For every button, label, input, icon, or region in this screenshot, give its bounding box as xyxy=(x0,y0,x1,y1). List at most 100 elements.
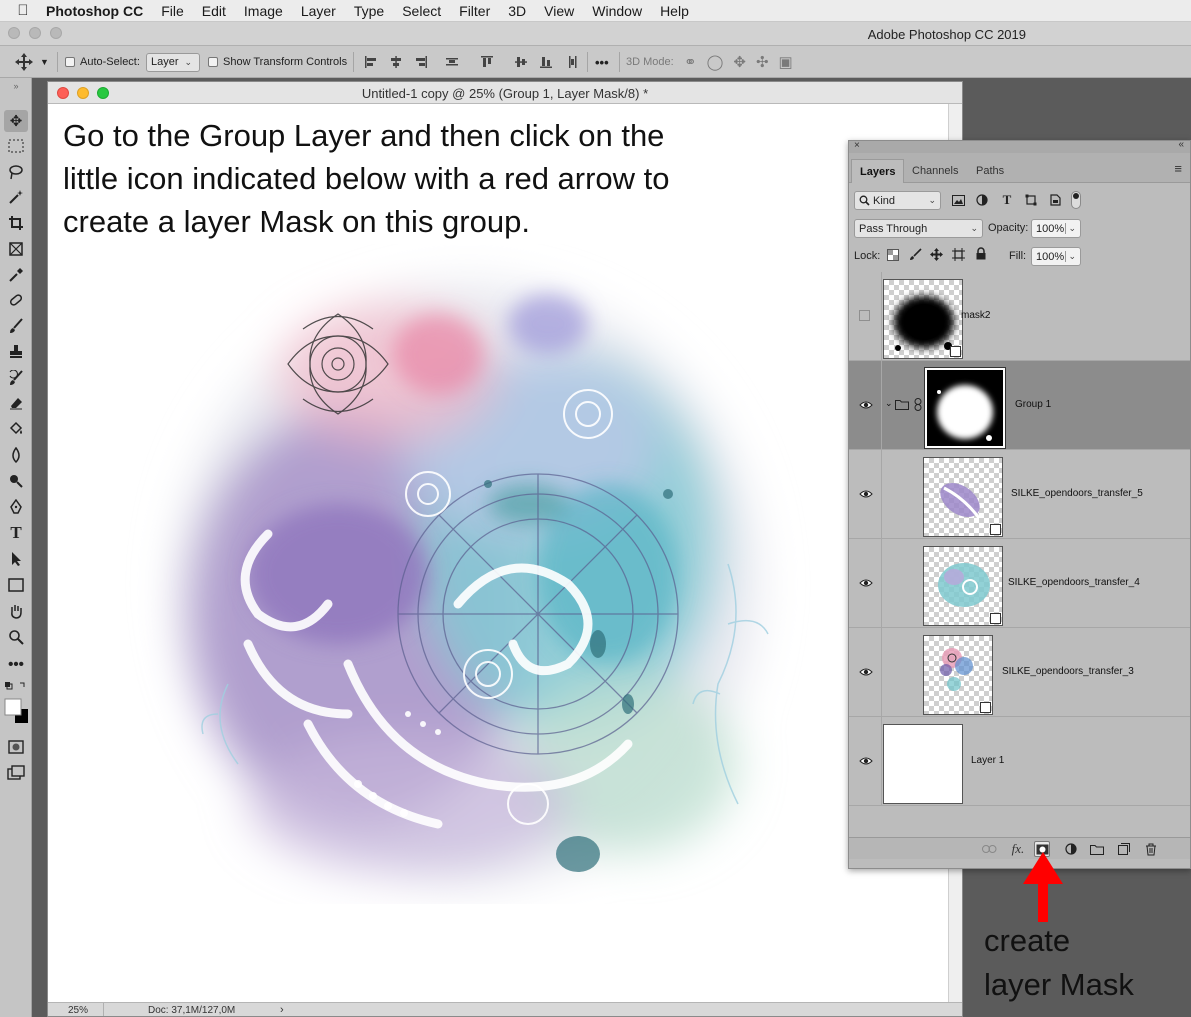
smart-object-filter-icon[interactable] xyxy=(1046,192,1064,208)
close-panel-icon[interactable]: × xyxy=(854,140,860,151)
eraser-tool-icon[interactable] xyxy=(4,392,28,414)
edit-toolbar-icon[interactable]: ••• xyxy=(4,653,28,675)
menu-select[interactable]: Select xyxy=(402,3,441,19)
lock-image-pixels-icon[interactable] xyxy=(909,248,922,264)
layer-row[interactable]: SILKE_opendoors_transfer_3 xyxy=(849,628,1190,717)
shape-filter-icon[interactable] xyxy=(1022,192,1040,208)
link-layers-icon[interactable] xyxy=(981,841,997,857)
status-menu-arrow-icon[interactable]: › xyxy=(280,1004,284,1016)
new-group-icon[interactable] xyxy=(1089,841,1105,857)
menu-image[interactable]: Image xyxy=(244,3,283,19)
lock-transparent-icon[interactable] xyxy=(887,249,899,264)
paint-bucket-tool-icon[interactable] xyxy=(4,418,28,440)
align-right-edges-icon[interactable] xyxy=(414,55,428,69)
move-tool-preset[interactable]: ▼ xyxy=(14,46,49,78)
menu-layer[interactable]: Layer xyxy=(301,3,336,19)
align-left-edges-icon[interactable] xyxy=(364,55,378,69)
lock-artboard-icon[interactable] xyxy=(952,248,965,264)
document-canvas[interactable]: Go to the Group Layer and then click on … xyxy=(48,104,948,1002)
hand-tool-icon[interactable] xyxy=(4,600,28,622)
collapse-toolbar-icon[interactable]: » xyxy=(4,81,28,91)
new-layer-icon[interactable] xyxy=(1116,841,1132,857)
more-options-button[interactable]: ••• xyxy=(595,46,609,78)
menu-window[interactable]: Window xyxy=(592,3,642,19)
lock-all-icon[interactable] xyxy=(975,247,987,263)
mask-link-icon[interactable] xyxy=(914,398,922,414)
layer-row[interactable]: Layer 1 xyxy=(849,717,1190,806)
menu-file[interactable]: File xyxy=(161,3,184,19)
align-vertical-centers-icon[interactable] xyxy=(514,55,528,69)
menu-type[interactable]: Type xyxy=(354,3,384,19)
filter-toggle-switch[interactable] xyxy=(1071,191,1081,209)
layer-row[interactable]: mask2 xyxy=(849,272,1190,361)
type-tool-icon[interactable]: T xyxy=(4,522,28,544)
auto-select-checkbox[interactable] xyxy=(65,57,75,67)
lock-position-icon[interactable] xyxy=(930,248,943,264)
eye-icon[interactable] xyxy=(859,578,873,588)
color-swatches[interactable] xyxy=(4,696,28,730)
dodge-tool-icon[interactable] xyxy=(4,470,28,492)
layer-name[interactable]: Layer 1 xyxy=(971,755,1004,766)
marquee-tool-icon[interactable] xyxy=(4,135,28,157)
menu-filter[interactable]: Filter xyxy=(459,3,490,19)
tab-channels[interactable]: Channels xyxy=(904,159,966,183)
pixel-filter-icon[interactable] xyxy=(949,192,967,208)
menu-view[interactable]: View xyxy=(544,3,574,19)
layer-name[interactable]: mask2 xyxy=(961,310,990,321)
tab-layers[interactable]: Layers xyxy=(851,159,905,183)
layer-mask-thumbnail[interactable] xyxy=(924,367,1006,449)
3d-scale-icon[interactable]: ▣ xyxy=(779,53,793,71)
layer-name[interactable]: Group 1 xyxy=(1015,399,1051,410)
menu-help[interactable]: Help xyxy=(660,3,689,19)
zoom-window-button[interactable] xyxy=(50,27,62,39)
3d-roll-icon[interactable]: ◯ xyxy=(707,53,724,71)
align-top-edges-icon[interactable] xyxy=(480,55,494,69)
eye-icon[interactable] xyxy=(859,756,873,766)
menu-3d[interactable]: 3D xyxy=(508,3,526,19)
frame-tool-icon[interactable] xyxy=(4,238,28,260)
path-selection-tool-icon[interactable] xyxy=(4,548,28,570)
layer-list[interactable]: mask2 ⌄ Group 1 SILKE_opendoors_transfer… xyxy=(849,272,1190,837)
tab-paths[interactable]: Paths xyxy=(968,159,1012,183)
align-horizontal-centers-icon[interactable] xyxy=(389,55,403,69)
zoom-tool-icon[interactable] xyxy=(4,626,28,648)
minimize-window-button[interactable] xyxy=(29,27,41,39)
distribute-vertical-icon[interactable] xyxy=(566,55,580,69)
layer-name[interactable]: SILKE_opendoors_transfer_4 xyxy=(1008,577,1140,588)
close-window-button[interactable] xyxy=(8,27,20,39)
menu-app-name[interactable]: Photoshop CC xyxy=(46,3,143,19)
visibility-toggle-off[interactable] xyxy=(859,310,870,321)
layer-row[interactable]: SILKE_opendoors_transfer_5 xyxy=(849,450,1190,539)
layer-name[interactable]: SILKE_opendoors_transfer_3 xyxy=(1002,666,1134,677)
apple-icon[interactable]:  xyxy=(0,2,46,19)
adjustment-filter-icon[interactable] xyxy=(973,192,991,208)
screen-mode-icon[interactable] xyxy=(4,762,28,784)
quick-mask-icon[interactable] xyxy=(4,736,28,758)
eye-icon[interactable] xyxy=(859,400,873,410)
rectangle-tool-icon[interactable] xyxy=(4,574,28,596)
history-brush-tool-icon[interactable] xyxy=(4,367,28,389)
move-tool-icon[interactable]: ✥ xyxy=(4,110,28,132)
magic-wand-tool-icon[interactable] xyxy=(4,186,28,208)
layer-name[interactable]: SILKE_opendoors_transfer_5 xyxy=(1011,488,1143,499)
crop-tool-icon[interactable] xyxy=(4,212,28,234)
align-bottom-edges-icon[interactable] xyxy=(539,55,553,69)
pen-tool-icon[interactable] xyxy=(4,496,28,518)
3d-pan-icon[interactable]: ✥ xyxy=(733,53,746,71)
eye-icon[interactable] xyxy=(859,489,873,499)
3d-orbit-icon[interactable]: ⚭ xyxy=(684,53,697,71)
collapse-panel-icon[interactable]: « xyxy=(1178,139,1184,150)
type-filter-icon[interactable]: T xyxy=(998,192,1016,208)
panel-menu-icon[interactable]: ≡ xyxy=(1174,161,1182,176)
blur-tool-icon[interactable] xyxy=(4,444,28,466)
blend-mode-dropdown[interactable]: Pass Through ⌄ xyxy=(854,219,983,238)
distribute-horizontal-icon[interactable] xyxy=(445,55,459,69)
fill-field[interactable]: 100% ⌄ xyxy=(1031,247,1081,266)
delete-layer-icon[interactable] xyxy=(1143,841,1159,857)
show-transform-checkbox[interactable] xyxy=(208,57,218,67)
3d-slide-icon[interactable]: ✣ xyxy=(756,53,769,71)
eye-icon[interactable] xyxy=(859,667,873,677)
layer-row-selected[interactable]: ⌄ Group 1 xyxy=(849,361,1190,450)
healing-brush-tool-icon[interactable] xyxy=(4,289,28,311)
auto-select-dropdown[interactable]: Layer ⌄ xyxy=(146,52,200,72)
